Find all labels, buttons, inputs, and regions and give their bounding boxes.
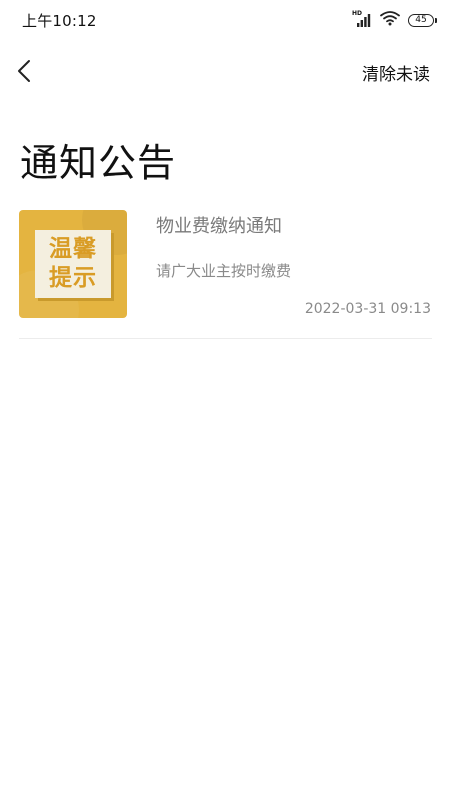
thumbnail-text-line-1: 温馨: [49, 236, 97, 262]
wifi-icon: [380, 10, 400, 30]
notice-title: 物业费缴纳通知: [156, 216, 282, 237]
status-time: 上午10:12: [22, 12, 97, 30]
hd-label: HD: [352, 10, 363, 17]
notice-thumbnail: 温馨 提示: [19, 210, 127, 318]
notice-list: 温馨 提示 物业费缴纳通知 请广大业主按时缴费 2022-03-31 09:13: [19, 210, 432, 339]
status-icons: HD 45: [352, 10, 437, 30]
chevron-left-icon: [18, 60, 30, 82]
page-title: 通知公告: [20, 141, 177, 185]
notice-summary: 请广大业主按时缴费: [156, 262, 292, 280]
notice-timestamp: 2022-03-31 09:13: [304, 301, 431, 317]
notice-item[interactable]: 温馨 提示 物业费缴纳通知 请广大业主按时缴费 2022-03-31 09:13: [19, 210, 432, 339]
thumbnail-card: 温馨 提示: [35, 230, 111, 298]
back-button[interactable]: [12, 56, 40, 86]
nav-bar: 清除未读: [0, 48, 450, 94]
battery-level: 45: [415, 14, 427, 25]
thumbnail-text-line-2: 提示: [49, 265, 97, 291]
status-bar: 上午10:12 HD 45: [0, 0, 450, 40]
battery-icon: 45: [408, 13, 437, 27]
clear-unread-button[interactable]: 清除未读: [362, 60, 430, 85]
signal-icon: HD: [352, 10, 372, 28]
